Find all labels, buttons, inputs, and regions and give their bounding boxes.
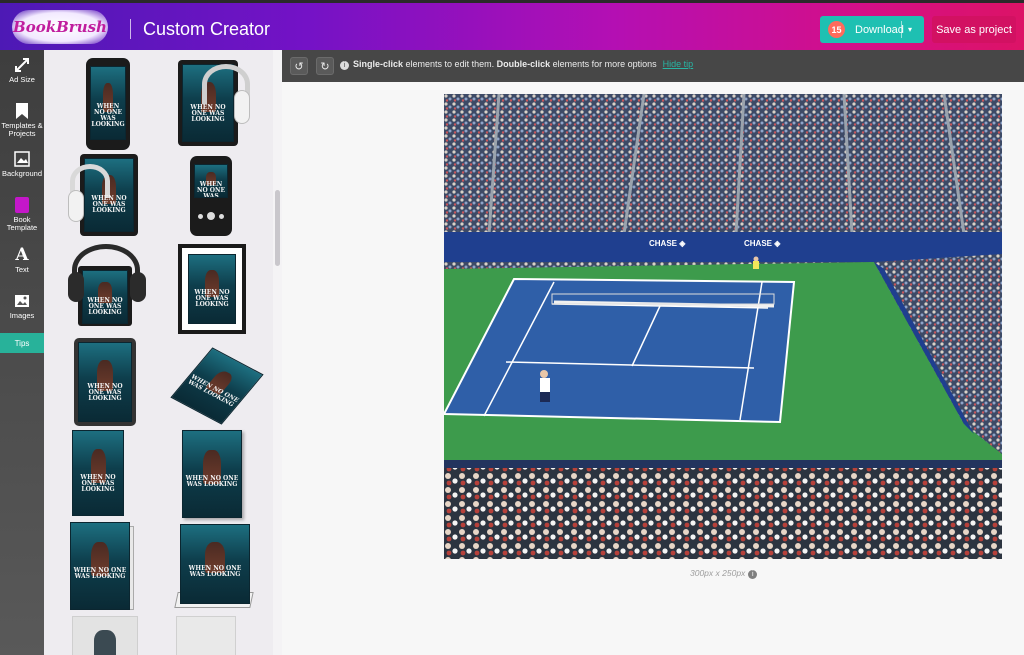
cover-title: WHEN NO ONE WAS LOOKING — [87, 297, 123, 317]
cover-title: WHEN NO ONE WAS LOOKING — [80, 473, 116, 493]
rail-item-book-template[interactable]: Book Template — [0, 196, 44, 232]
rail-item-images[interactable]: Images — [0, 292, 44, 320]
template-thumb-tablet-headphones[interactable]: WHEN NO ONE WAS LOOKING — [178, 60, 250, 148]
tool-rail: Ad Size Templates & Projects Background … — [0, 50, 44, 655]
editor-toolbar: ↺ ↻ i Single-click elements to edit them.… — [282, 50, 1024, 82]
cover-title: WHEN NO ONE WAS LOOKING — [185, 373, 241, 409]
cover-title: WHEN NO ONE WAS LOOKING — [194, 289, 230, 309]
top-header: BookBrush Custom Creator 15 Download ▾ S… — [0, 0, 1024, 50]
template-thumb-phone[interactable]: WHEN NO ONE WAS LOOKING — [86, 58, 130, 150]
info-icon: i — [340, 61, 349, 70]
template-thumb-phone-player[interactable]: WHEN NO ONE WAS LOOKING — [190, 156, 232, 236]
canvas-size-text: 300px x 250px — [690, 568, 746, 578]
template-thumb-tablet-white-headphones[interactable]: WHEN NO ONE WAS LOOKING — [68, 150, 142, 238]
rail-label: Images — [9, 311, 35, 320]
rail-item-text[interactable]: A Text — [0, 245, 44, 274]
cover-title: WHEN NO ONE WAS LOOKING — [73, 566, 127, 580]
cover-title: WHEN NO ONE WAS LOOKING — [87, 382, 123, 402]
bookbrush-logo[interactable]: BookBrush — [12, 10, 108, 44]
cover-title: WHEN NO ONE WAS LOOKING — [196, 180, 226, 198]
svg-text:CHASE ◈: CHASE ◈ — [649, 239, 686, 248]
image-icon — [13, 292, 31, 310]
resize-arrows-icon — [13, 56, 31, 74]
svg-text:CHASE ◈: CHASE ◈ — [744, 239, 781, 248]
hint-double-click: Double-click — [496, 59, 551, 69]
rail-label: Book Template — [6, 215, 38, 232]
template-thumb-tablet-standing[interactable]: WHEN NO ONE WAS LOOKING — [74, 338, 136, 426]
cover-title: WHEN NO ONE WAS LOOKING — [190, 103, 226, 123]
download-divider — [901, 21, 902, 38]
download-button[interactable]: 15 Download ▾ — [820, 16, 924, 43]
hint-text: elements to edit them. — [403, 59, 497, 69]
template-thumb-black-headphones[interactable]: WHEN NO ONE WAS LOOKING — [66, 240, 146, 328]
cover-title: WHEN NO ONE WAS LOOKING — [188, 564, 242, 578]
download-count-badge: 15 — [828, 21, 845, 38]
tip-banner: i Single-click elements to edit them. Dou… — [340, 59, 693, 70]
undo-icon[interactable]: ↺ — [290, 57, 308, 75]
hint-single-click: Single-click — [353, 59, 404, 69]
hint-text: elements for more options — [550, 59, 657, 69]
cover-title: WHEN NO ONE WAS LOOKING — [91, 103, 125, 129]
chevron-down-icon[interactable]: ▾ — [908, 25, 912, 34]
info-icon[interactable]: i — [748, 570, 758, 579]
hide-tip-link[interactable]: Hide tip — [663, 59, 694, 69]
background-image-icon — [13, 150, 31, 168]
redo-icon[interactable]: ↻ — [316, 57, 334, 75]
tips-tab[interactable]: Tips — [0, 333, 44, 353]
design-canvas[interactable]: CHASE ◈ CHASE ◈ — [444, 94, 1002, 559]
rail-label: Background — [1, 169, 43, 178]
rail-item-ad-size[interactable]: Ad Size — [0, 56, 44, 84]
book-template-panel: WHEN NO ONE WAS LOOKING WHEN NO ONE WAS … — [44, 50, 282, 655]
template-thumb-paperback[interactable]: WHEN NO ONE WAS LOOKING — [70, 522, 134, 612]
logo-text: BookBrush — [13, 18, 107, 36]
panel-scrollbar[interactable] — [273, 50, 282, 655]
cover-title: WHEN NO ONE WAS LOOKING — [185, 474, 239, 488]
book-template-icon — [13, 196, 31, 214]
rail-label: Ad Size — [9, 75, 35, 84]
save-as-project-button[interactable]: Save as project — [932, 16, 1016, 43]
template-thumb-ebook[interactable]: WHEN NO ONE WAS LOOKING — [72, 430, 126, 518]
template-thumb-hardcover[interactable]: WHEN NO ONE WAS LOOKING — [172, 522, 256, 612]
panel-scrollbar-thumb[interactable] — [275, 190, 280, 266]
text-icon: A — [15, 245, 29, 265]
page-title: Custom Creator — [143, 19, 271, 39]
cover-title: WHEN NO ONE WAS LOOKING — [91, 195, 127, 215]
template-thumb-glass[interactable] — [72, 616, 138, 655]
template-thumb-ebook-shadow[interactable]: WHEN NO ONE WAS LOOKING — [182, 430, 244, 520]
rail-label: Templates & Projects — [1, 121, 43, 138]
template-thumb-box[interactable] — [176, 616, 236, 655]
bookmark-icon — [13, 102, 31, 120]
template-thumb-framed-print[interactable]: WHEN NO ONE WAS LOOKING — [178, 244, 246, 334]
canvas-size-label: 300px x 250px i — [690, 568, 758, 579]
rail-label: Text — [15, 265, 29, 274]
download-label: Download — [855, 23, 904, 36]
rail-item-templates[interactable]: Templates & Projects — [0, 102, 44, 138]
tennis-stadium-image[interactable]: CHASE ◈ CHASE ◈ — [444, 94, 1002, 559]
rail-item-background[interactable]: Background — [0, 150, 44, 178]
template-thumb-tilted-book[interactable]: WHEN NO ONE WAS LOOKING — [170, 344, 264, 425]
title-divider — [130, 19, 131, 39]
